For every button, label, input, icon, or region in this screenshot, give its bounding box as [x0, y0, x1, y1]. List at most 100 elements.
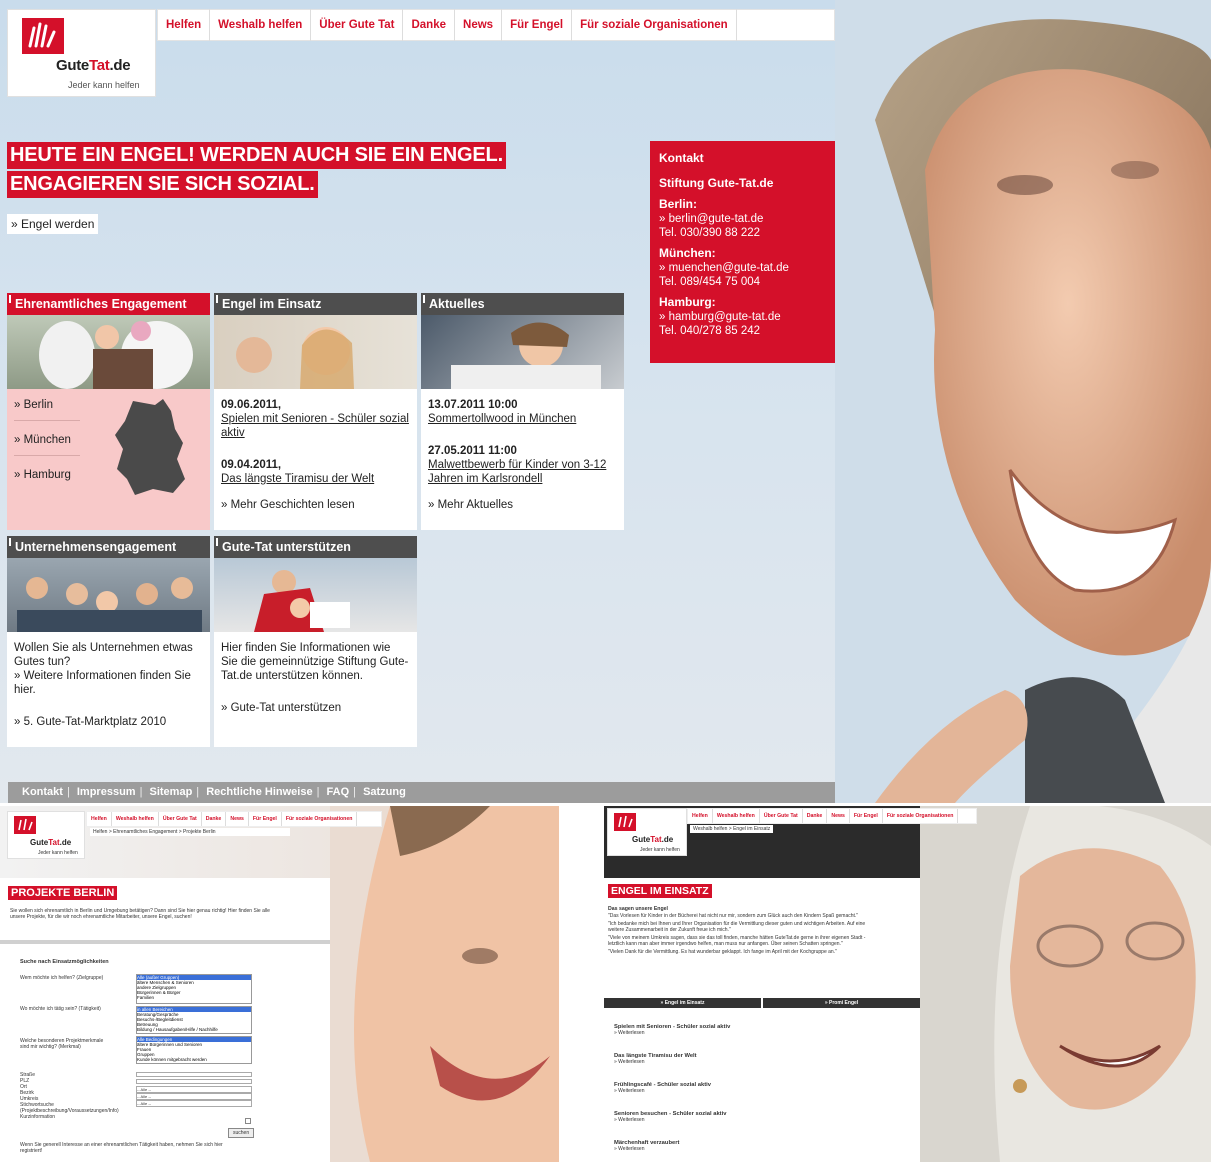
sub1-opt2-4[interactable]: Bildung / Hausaufgaben/Hilfe / Nachhilfe — [137, 1027, 251, 1032]
footer-satzung[interactable]: Satzung — [363, 786, 406, 798]
unternehmen-info-link[interactable]: » Weitere Informationen finden Sie hier. — [14, 669, 203, 697]
sub2-breadcrumb[interactable]: Weshalb helfen > Engel im Einsatz — [690, 825, 774, 833]
footer-kontakt[interactable]: Kontakt — [22, 786, 63, 798]
tab-engel-im-einsatz[interactable]: » Engel im Einsatz — [604, 998, 763, 1008]
germany-map-icon — [115, 399, 185, 495]
engel-werden-button[interactable]: » Engel werden — [7, 214, 99, 234]
sub1-nav-helfen[interactable]: Helfen — [87, 812, 112, 826]
sub2-nav-engel[interactable]: Für Engel — [850, 809, 883, 823]
headline-line2: ENGAGIEREN SIE SICH SOZIAL. — [7, 171, 318, 198]
sub1-select-bezirk[interactable]: -- Alle -- — [136, 1093, 252, 1100]
contact-city-berlin: Berlin: — [659, 197, 698, 211]
contact-mail-hamburg[interactable]: » hamburg@gute-tat.de — [659, 311, 781, 323]
nav-news[interactable]: News — [455, 9, 503, 41]
sub1-nav-ueber[interactable]: Über Gute Tat — [159, 812, 202, 826]
nav-fuer-engel[interactable]: Für Engel — [502, 9, 573, 41]
contact-mail-muenchen[interactable]: » muenchen@gute-tat.de — [659, 262, 789, 274]
sub1-bottom-text: Wenn Sie generell Interesse an einer ehr… — [20, 1142, 223, 1154]
sub2-nav-danke[interactable]: Danke — [803, 809, 828, 823]
einsatz-story-1[interactable]: Spielen mit Senioren - Schüler sozial ak… — [221, 412, 410, 440]
sub1-select-zielgruppe[interactable]: Alle (außer Gruppen) ältere Menschen & Se… — [136, 974, 252, 1004]
projekte-berlin-screenshot: GuteTat.de Jeder kann helfen Helfen Wesha… — [0, 806, 559, 1162]
sub1-opt1-4[interactable]: Familien — [137, 995, 251, 1000]
cities-panel: » Berlin » München » Hamburg — [7, 389, 210, 530]
sub1-nav-orgs[interactable]: Für soziale Organisationen — [282, 812, 358, 826]
sub2-tabs: » Engel im Einsatz » Promi Engel — [604, 998, 920, 1008]
more-news-link[interactable]: » Mehr Aktuelles — [428, 498, 617, 512]
card-engel-im-einsatz: Engel im Einsatz 09.06.2011, Spielen mit… — [214, 293, 417, 530]
footer-faq[interactable]: FAQ — [327, 786, 350, 798]
sub1-input-plz[interactable] — [136, 1079, 252, 1084]
card-unterstuetzen-title[interactable]: Gute-Tat unterstützen — [214, 536, 417, 558]
sub1-select-taetigkeit[interactable]: in allen Bereichen Beratung/Gespräche Besu… — [136, 1006, 252, 1034]
sub2-more-1[interactable]: » Weiterlesen — [614, 1030, 854, 1036]
sub2-quotes: "Das Vorlesen für Kinder in der Bücherei… — [608, 913, 870, 955]
einsatz-date-2: 09.04.2011, — [221, 459, 282, 471]
sub1-field-stichwort: Stichwortsuche (Projektbeschreibung/Vora… — [20, 1102, 119, 1114]
sub2-nav-ueber[interactable]: Über Gute Tat — [760, 809, 803, 823]
sub1-select-merkmal[interactable]: Alle Bedingungen ältere Bürgerinnen und S… — [136, 1036, 252, 1064]
aktuelles-item-2[interactable]: Malwettbewerb für Kinder von 3-12 Jahren… — [428, 458, 617, 486]
sub1-opt3-4[interactable]: Kunde können mitgebracht werden — [137, 1057, 251, 1062]
sub2-nav-news[interactable]: News — [827, 809, 850, 823]
footer-rechtliche-hinweise[interactable]: Rechtliche Hinweise — [206, 786, 312, 798]
sub2-content: ENGEL IM EINSATZ Das sagen unsere Engel … — [604, 878, 920, 1162]
card-ehrenamt-title[interactable]: Ehrenamtliches Engagement — [7, 293, 210, 315]
footer-sitemap[interactable]: Sitemap — [150, 786, 193, 798]
nav-helfen[interactable]: Helfen — [158, 9, 211, 41]
contact-tel-berlin: Tel. 030/390 88 222 — [659, 227, 761, 239]
sub1-nav-news[interactable]: News — [226, 812, 249, 826]
sub2-more-5[interactable]: » Weiterlesen — [614, 1146, 854, 1152]
sub1-nav: Helfen Weshalb helfen Über Gute Tat Danke Ne… — [86, 811, 382, 827]
sub2-more-3[interactable]: » Weiterlesen — [614, 1088, 854, 1094]
sub2-more-2[interactable]: » Weiterlesen — [614, 1059, 854, 1065]
sub2-more-4[interactable]: » Weiterlesen — [614, 1117, 854, 1123]
contact-title: Kontakt — [659, 151, 704, 165]
sub1-intro: Sie wollen sich ehrenamtlich in Berlin u… — [10, 908, 270, 920]
einsatz-story-2[interactable]: Das längste Tiramisu der Welt — [221, 472, 410, 486]
tab-promi-engel[interactable]: » Promi Engel — [763, 998, 920, 1008]
more-stories-link[interactable]: » Mehr Geschichten lesen — [221, 498, 410, 512]
sub1-select-ort[interactable]: -- Alle -- — [136, 1086, 252, 1093]
headline: HEUTE EIN ENGEL! WERDEN AUCH SIE EIN ENG… — [7, 142, 506, 198]
sub1-brand-a: Gute — [30, 838, 49, 847]
sub2-nav-orgs[interactable]: Für soziale Organisationen — [883, 809, 959, 823]
unterstuetzen-link[interactable]: » Gute-Tat unterstützen — [221, 701, 410, 715]
girl-senior-photo — [214, 315, 417, 389]
sub1-nav-danke[interactable]: Danke — [202, 812, 227, 826]
sub1-breadcrumb[interactable]: Helfen > Ehrenamtliches Engagement > Pro… — [90, 828, 290, 836]
unternehmen-body: Wollen Sie als Unternehmen etwas Gutes t… — [7, 632, 210, 747]
sub1-nav-engel[interactable]: Für Engel — [249, 812, 282, 826]
nav-danke[interactable]: Danke — [403, 9, 456, 41]
aktuelles-item-1[interactable]: Sommertollwood in München — [428, 412, 617, 426]
card-einsatz-title[interactable]: Engel im Einsatz — [214, 293, 417, 315]
sub2-nav-helfen[interactable]: Helfen — [688, 809, 713, 823]
nav-ueber-gute-tat[interactable]: Über Gute Tat — [311, 9, 404, 41]
sub1-select-umkreis[interactable]: -- Alle -- — [136, 1100, 252, 1107]
sub1-input-strasse[interactable] — [136, 1072, 252, 1077]
footer-impressum[interactable]: Impressum — [77, 786, 136, 798]
marktplatz-link[interactable]: » 5. Gute-Tat-Marktplatz 2010 — [14, 715, 203, 729]
card-ehrenamt: Ehrenamtliches Engagement » Berlin » Mün… — [7, 293, 210, 530]
sub2-nav-weshalb[interactable]: Weshalb helfen — [713, 809, 760, 823]
card-unternehmen-title[interactable]: Unternehmensengagement — [7, 536, 210, 558]
sub1-brand-b: Tat — [48, 838, 60, 847]
city-link-muenchen[interactable]: » München — [14, 421, 80, 456]
contact-mail-berlin[interactable]: » berlin@gute-tat.de — [659, 213, 763, 225]
sub1-nav-weshalb[interactable]: Weshalb helfen — [112, 812, 159, 826]
sub1-content: PROJEKTE BERLIN Sie wollen sich ehrenamt… — [0, 878, 330, 1162]
aktuelles-date-1: 13.07.2011 10:00 — [428, 399, 518, 411]
sub1-search-button[interactable]: suchen — [228, 1128, 255, 1138]
logo[interactable]: GuteTat.de Jeder kann helfen — [7, 9, 156, 97]
card-aktuelles-title[interactable]: Aktuelles — [421, 293, 624, 315]
sub2-quote-2: "Ich bedanke mich bei Ihnen und Ihrer Or… — [608, 921, 866, 933]
sub1-logo[interactable]: GuteTat.de Jeder kann helfen — [7, 811, 85, 859]
sub2-logo[interactable]: GuteTat.de Jeder kann helfen — [607, 808, 687, 856]
einsatz-date-1: 09.06.2011, — [221, 399, 282, 411]
nav-weshalb-helfen[interactable]: Weshalb helfen — [210, 9, 312, 41]
sub2-subtitle: Das sagen unsere Engel — [608, 906, 668, 912]
sub1-checkbox[interactable] — [245, 1118, 251, 1124]
nav-fuer-soziale-organisationen[interactable]: Für soziale Organisationen — [572, 9, 737, 41]
city-link-berlin[interactable]: » Berlin — [14, 398, 80, 421]
headline-line1: HEUTE EIN ENGEL! WERDEN AUCH SIE EIN ENG… — [7, 142, 506, 169]
